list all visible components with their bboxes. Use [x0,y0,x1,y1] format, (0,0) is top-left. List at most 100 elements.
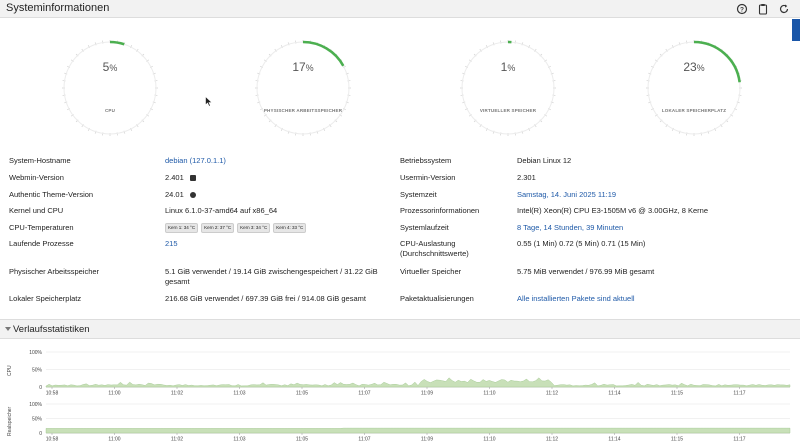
usermin-version-value: 2.301 [517,173,536,182]
collapse-triangle-icon[interactable] [5,327,11,331]
x-tick-label: 11:12 [546,391,558,397]
physical-memory-value: 5.1 GiB verwendet / 19.14 GiB zwischenge… [165,267,378,286]
x-tick-label: 11:03 [233,391,245,397]
cpu-graph-svg: 100% 50% 0 10:58 11:00 11:02 11:03 11:05 11:07 11… [29,350,791,397]
cpu-temperature-badges: Kern 1: 34 °C Kern 2: 37 °C Kern 3: 34 °C K… [165,223,395,234]
x-tick-label: 11:10 [483,391,495,397]
webmin-version-value: 2.401 [165,173,184,182]
processes-label: Laufende Prozesse [9,239,74,248]
os-label: Betriebssystem [400,156,452,165]
refresh-icon[interactable] [778,3,790,15]
gauge-track [461,41,555,135]
gauge-label: PHYSISCHER ARBEITSSPEICHER [263,108,343,113]
uptime-label: Systemlaufzeit [400,223,449,232]
cpu-temperatures-label: CPU-Temperaturen [9,223,74,232]
package-updates-label: Paketaktualisierungen [400,294,474,303]
x-tick-label: 11:02 [171,437,183,442]
gauge-value: 23 [683,60,697,74]
x-tick-label: 11:17 [733,437,745,442]
temp-badge-core-3: Kern 3: 34 °C [237,223,271,234]
hostname-link[interactable]: debian (127.0.1.1) [165,156,395,166]
physical-memory-label: Physischer Arbeitsspeicher [9,267,100,276]
palette-icon[interactable] [189,192,196,199]
page-title: Systeminformationen [6,2,110,14]
x-tick-label: 11:10 [483,437,495,442]
memory-graph-svg: 100% 50% 0 10:58 11:00 11:02 11:03 11:05 11:07 11… [29,402,791,442]
x-tick-label: 11:05 [296,391,308,397]
x-tick-label: 11:15 [671,437,683,442]
gauge-value: 17 [292,60,306,74]
side-panel-tab[interactable] [792,19,800,41]
kernel-cpu-value: Linux 6.1.0-37-amd64 auf x86_64 [165,206,278,215]
os-value: Debian Linux 12 [517,156,572,165]
history-section-header[interactable]: Verlaufsstatistiken [0,319,800,339]
x-tick-label: 11:07 [358,437,370,442]
svg-text:?: ? [740,6,744,13]
processor-info-value: Intel(R) Xeon(R) CPU E3-1505M v6 @ 3.00G… [517,206,709,215]
gauge-unit: % [305,63,314,73]
uptime-link[interactable]: 8 Tage, 14 Stunden, 39 Minuten [517,223,747,233]
temp-badge-core-2: Kern 2: 37 °C [201,223,235,234]
gauge-label: VIRTUELLER SPEICHER [479,108,537,113]
system-time-label: Systemzeit [400,190,437,199]
x-tick-label: 11:03 [233,437,245,442]
cpu-history-graph: CPU 100% 50% 0 10:58 11:00 11:02 11:03 11:05 11:… [0,346,800,396]
virtual-memory-label: Virtueller Speicher [400,267,462,276]
cpu-load-label: CPU-Auslastung (Durchschnittswerte) [400,239,469,258]
x-tick-label: 11:05 [296,437,308,442]
package-updates-link[interactable]: Alle installierten Pakete sind aktuell [517,294,747,304]
gauge-label: CPU [104,108,116,113]
page-header: Systeminformationen ? [0,0,800,18]
gauge-dial [460,40,556,136]
temp-badge-core-1: Kern 1: 34 °C [165,223,199,234]
theme-version-label: Authentic Theme-Version [9,190,94,199]
virtual-memory-value: 5.75 MiB verwendet / 976.99 MiB gesamt [517,267,655,276]
x-tick-label: 10:58 [46,391,59,397]
gauge-arc [109,40,125,46]
mouse-cursor-icon [205,96,213,107]
gauge-dial [255,40,351,136]
x-tick-label: 11:14 [608,391,620,397]
y-tick-label: 100% [29,350,42,356]
x-tick-label: 11:12 [546,437,558,442]
cpu-gauge: 5% CPU [55,33,165,145]
temp-badge-core-4: Kern 4: 33 °C [273,223,307,234]
physical-memory-gauge: 17% PHYSISCHER ARBEITSSPEICHER [248,33,358,145]
processes-link[interactable]: 215 [165,239,395,249]
gauge-label: LOKALER SPEICHERPLATZ [661,108,727,113]
usermin-version-label: Usermin-Version [400,173,456,182]
y-tick-label: 50% [32,368,43,374]
webmin-version-label: Webmin-Version [9,173,64,182]
gauge-dial [646,40,742,136]
gauge-unit: % [109,63,118,73]
x-tick-label: 11:14 [608,437,620,442]
local-storage-gauge: 23% LOKALER SPEICHERPLATZ [639,33,749,145]
memory-history-graph: Realspeicher 100% 50% 0 10:58 11:00 11:02 11:0… [0,398,800,442]
x-tick-label: 11:00 [108,391,120,397]
gauge-track [63,41,157,135]
series-area [45,377,791,388]
x-tick-label: 11:07 [358,391,370,397]
system-time-link[interactable]: Samstag, 14. Juni 2025 11:19 [517,190,747,200]
series-area [45,427,791,434]
x-tick-label: 11:09 [421,437,433,442]
clipboard-icon[interactable] [757,3,769,15]
x-tick-label: 11:02 [171,391,183,397]
virtual-memory-gauge: 1% VIRTUELLER SPEICHER [453,33,563,145]
local-storage-label: Lokaler Speicherplatz [9,294,82,303]
y-tick-label: 100% [29,402,42,408]
kernel-cpu-label: Kernel und CPU [9,206,64,215]
history-title: Verlaufsstatistiken [13,324,90,335]
x-tick-label: 10:58 [46,437,59,442]
gauge-unit: % [696,63,705,73]
y-tick-label: 50% [32,417,43,423]
gauge-dial [62,40,158,136]
x-tick-label: 11:00 [108,437,120,442]
help-icon[interactable]: ? [736,3,748,15]
processor-info-label: Prozessorinformationen [400,206,480,215]
package-icon[interactable] [189,175,196,182]
theme-version-value: 24.01 [165,190,184,199]
x-tick-label: 11:17 [733,391,745,397]
hostname-label: System-Hostname [9,156,71,165]
y-tick-label: 0 [39,385,42,391]
